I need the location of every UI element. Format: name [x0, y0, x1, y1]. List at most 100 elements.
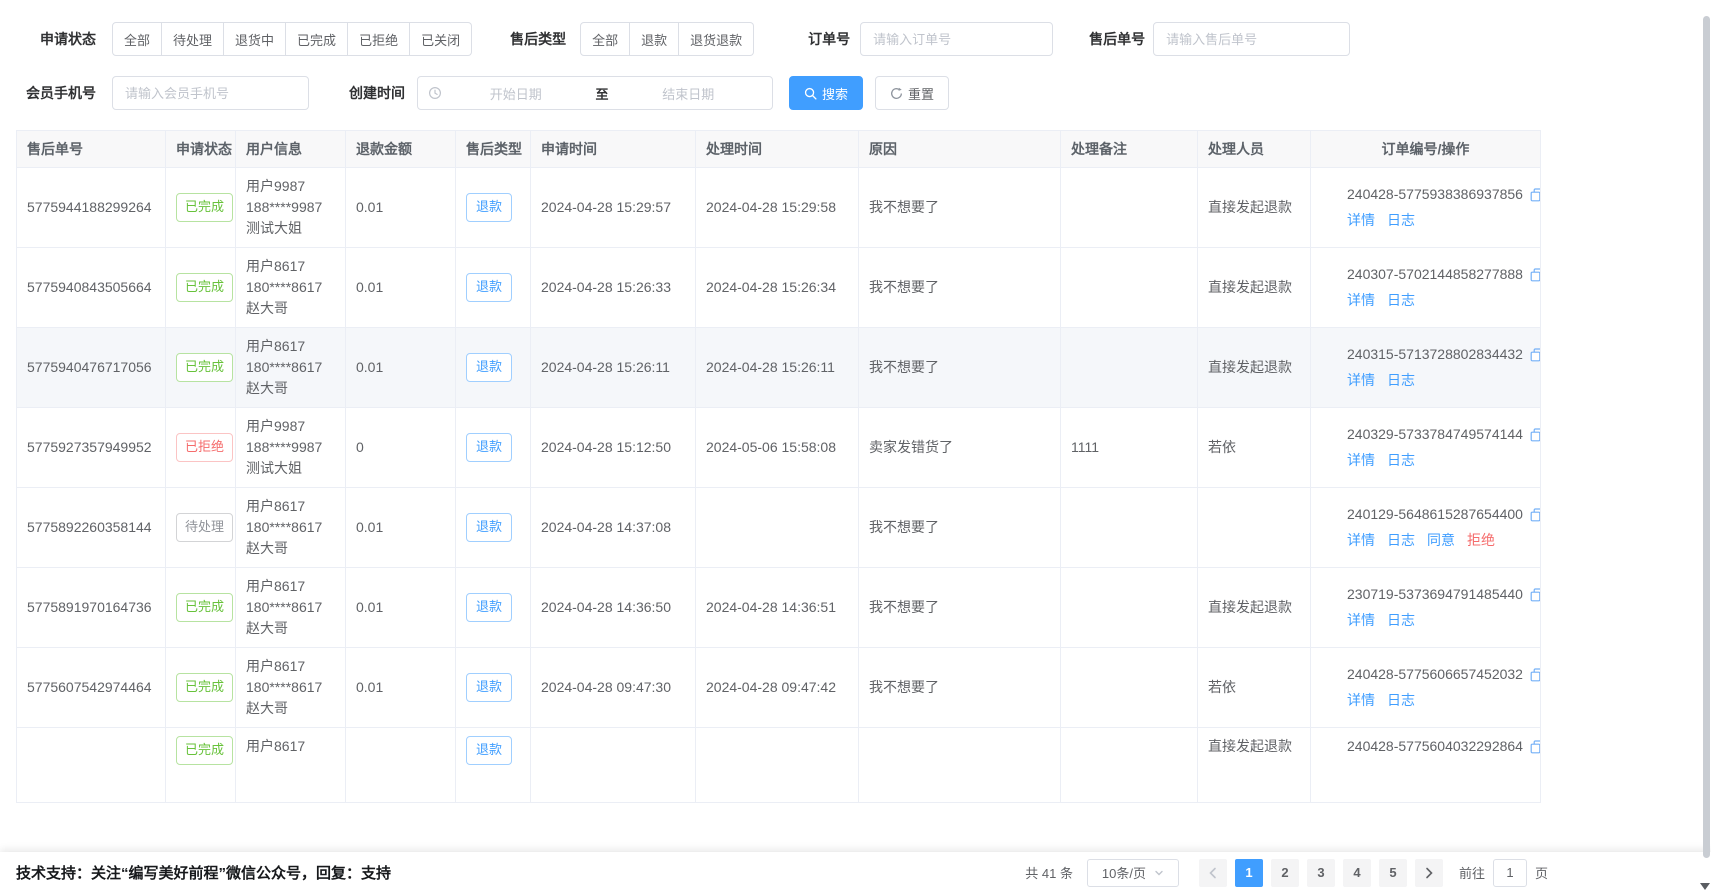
chevron-right-icon [1424, 867, 1434, 879]
filter-option-button[interactable]: 退货退款 [679, 22, 754, 56]
pagination-page-button[interactable]: 3 [1307, 859, 1335, 887]
cell-type: 退款 [456, 728, 531, 803]
cell-handler: 直接发起退款 [1198, 168, 1311, 248]
search-icon [804, 87, 817, 100]
page-size-select[interactable]: 10条/页 [1087, 859, 1179, 887]
filter-option-button[interactable]: 退款 [630, 22, 679, 56]
copy-icon[interactable] [1530, 428, 1541, 442]
copy-icon[interactable] [1530, 348, 1541, 362]
cell-service-no: 5775940476717056 [17, 328, 166, 408]
table-row: 5775940476717056 已完成 用户8617180****8617赵大… [17, 328, 1541, 408]
created-time-label: 创建时间 [349, 83, 405, 103]
pagination-page-button[interactable]: 1 [1235, 859, 1263, 887]
date-end-placeholder: 结束日期 [615, 84, 763, 103]
column-header: 售后单号 [17, 131, 166, 168]
service-no-input[interactable] [1153, 22, 1350, 56]
op-link-log[interactable]: 日志 [1387, 610, 1415, 631]
pagination-next-button[interactable] [1415, 859, 1443, 887]
order-number: 240315-5713728802834432 [1347, 344, 1523, 365]
cell-remark [1061, 568, 1198, 648]
cell-order-ops: 240428-5775606657452032 详情日志 [1311, 648, 1541, 728]
user-info-line: 赵大哥 [246, 618, 335, 639]
filter-option-button[interactable]: 全部 [112, 22, 162, 56]
status-badge: 已完成 [176, 273, 233, 302]
op-link-log[interactable]: 日志 [1387, 370, 1415, 391]
cell-order-ops: 240428-5775938386937856 详情日志 [1311, 168, 1541, 248]
pagination-prev-button[interactable] [1199, 859, 1227, 887]
op-link-log[interactable]: 日志 [1387, 690, 1415, 711]
type-badge: 退款 [466, 193, 512, 222]
order-number: 240428-5775604032292864 [1347, 736, 1523, 757]
cell-handler: 若依 [1198, 408, 1311, 488]
cell-service-no: 5775927357949952 [17, 408, 166, 488]
cell-user-info: 用户8617180****8617赵大哥 [236, 568, 346, 648]
pagination-page-button[interactable]: 2 [1271, 859, 1299, 887]
op-link-detail[interactable]: 详情 [1347, 690, 1375, 711]
refresh-icon [890, 87, 903, 100]
copy-icon[interactable] [1530, 740, 1541, 754]
cell-type: 退款 [456, 488, 531, 568]
cell-type: 退款 [456, 648, 531, 728]
service-no-label: 售后单号 [1089, 29, 1145, 49]
date-range-picker[interactable]: 开始日期 至 结束日期 [417, 76, 773, 110]
goto-page-input[interactable] [1493, 859, 1527, 887]
op-link-detail[interactable]: 详情 [1347, 610, 1375, 631]
user-info-line: 赵大哥 [246, 378, 335, 399]
type-filter-label: 售后类型 [510, 29, 566, 49]
search-button[interactable]: 搜索 [789, 76, 863, 110]
status-badge: 待处理 [176, 513, 233, 542]
filter-option-button[interactable]: 退货中 [224, 22, 286, 56]
filter-option-button[interactable]: 已拒绝 [348, 22, 410, 56]
cell-handler [1198, 488, 1311, 568]
user-info-line: 用户9987 [246, 416, 335, 437]
pagination-total: 共 41 条 [1025, 863, 1073, 882]
pagination-page-button[interactable]: 5 [1379, 859, 1407, 887]
op-link-log[interactable]: 日志 [1387, 290, 1415, 311]
cell-handler: 直接发起退款 [1198, 248, 1311, 328]
user-info-line: 用户8617 [246, 256, 335, 277]
cell-user-info: 用户8617180****8617赵大哥 [236, 328, 346, 408]
cell-refund-amount: 0 [346, 408, 456, 488]
op-link-detail[interactable]: 详情 [1347, 290, 1375, 311]
cell-user-info: 用户8617 [236, 728, 346, 803]
copy-icon[interactable] [1530, 268, 1541, 282]
cell-refund-amount: 0.01 [346, 488, 456, 568]
status-badge: 已拒绝 [176, 433, 233, 462]
user-info-line: 180****8617 [246, 277, 335, 298]
filter-option-button[interactable]: 全部 [580, 22, 630, 56]
column-header: 售后类型 [456, 131, 531, 168]
cell-reason: 我不想要了 [859, 168, 1061, 248]
cell-status: 已完成 [166, 168, 236, 248]
vertical-scrollbar[interactable] [1701, 0, 1711, 893]
pagination-page-button[interactable]: 4 [1343, 859, 1371, 887]
copy-icon[interactable] [1530, 508, 1541, 522]
filter-option-button[interactable]: 待处理 [162, 22, 224, 56]
filter-option-button[interactable]: 已完成 [286, 22, 348, 56]
op-link-reject[interactable]: 拒绝 [1467, 530, 1495, 551]
scrollbar-down-arrow-icon[interactable] [1700, 883, 1710, 890]
copy-icon[interactable] [1530, 588, 1541, 602]
op-link-detail[interactable]: 详情 [1347, 210, 1375, 231]
op-link-log[interactable]: 日志 [1387, 210, 1415, 231]
op-link-approve[interactable]: 同意 [1427, 530, 1455, 551]
order-no-input[interactable] [860, 22, 1053, 56]
cell-user-info: 用户9987188****9987测试大姐 [236, 168, 346, 248]
scrollbar-thumb[interactable] [1703, 16, 1710, 858]
cell-status: 已完成 [166, 568, 236, 648]
op-link-log[interactable]: 日志 [1387, 530, 1415, 551]
cell-user-info: 用户8617180****8617赵大哥 [236, 488, 346, 568]
order-number: 240307-5702144858277888 [1347, 264, 1523, 285]
cell-service-no [17, 728, 166, 803]
filter-option-button[interactable]: 已关闭 [410, 22, 472, 56]
table-row: 5775940843505664 已完成 用户8617180****8617赵大… [17, 248, 1541, 328]
phone-input[interactable] [112, 76, 309, 110]
copy-icon[interactable] [1530, 188, 1541, 202]
cell-refund-amount: 0.01 [346, 568, 456, 648]
op-link-log[interactable]: 日志 [1387, 450, 1415, 471]
op-link-detail[interactable]: 详情 [1347, 370, 1375, 391]
reset-button[interactable]: 重置 [875, 76, 949, 110]
copy-icon[interactable] [1530, 668, 1541, 682]
type-badge: 退款 [466, 513, 512, 542]
op-link-detail[interactable]: 详情 [1347, 530, 1375, 551]
op-link-detail[interactable]: 详情 [1347, 450, 1375, 471]
